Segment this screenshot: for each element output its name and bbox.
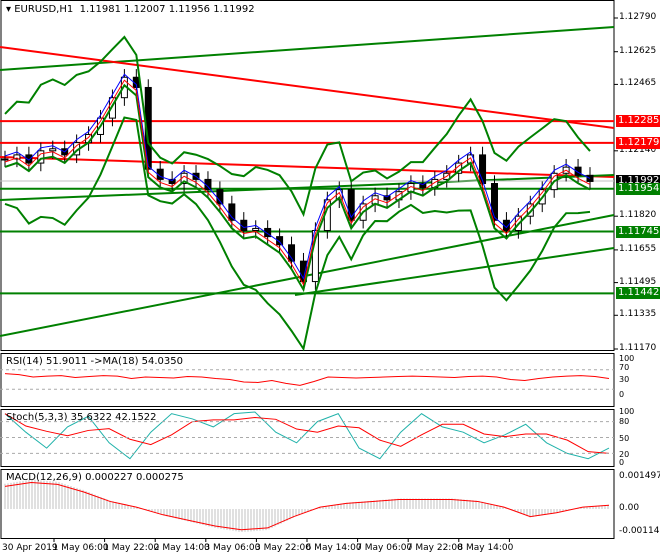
time-axis-label: 3 May 22:00 (255, 543, 311, 553)
trendline (0, 46, 615, 129)
stoch-axis-label: 0 (619, 458, 625, 467)
ohlc-high: 1.12007 (124, 4, 166, 15)
price-tag: 1.12179 (616, 136, 660, 149)
stoch-title: Stoch(5,3,3) 35.6322 42.1522 (6, 412, 157, 423)
candle-body (216, 189, 224, 205)
ohlc-close: 1.11992 (213, 4, 255, 15)
trendline (0, 156, 615, 178)
price-tick-label: 1.11335 (619, 309, 657, 320)
dropdown-triangle-icon[interactable]: ▾ (6, 4, 11, 15)
rsi-axis-label: 30 (619, 375, 630, 384)
candle-body (1, 158, 9, 161)
candle-body (49, 148, 57, 152)
macd-title: MACD(12,26,9) 0.000227 0.000275 (6, 472, 184, 483)
candle-body (252, 227, 260, 231)
rsi-axis-label: 100 (619, 354, 635, 363)
price-tag: 1.11442 (616, 287, 660, 300)
trendline (0, 26, 615, 71)
time-axis-label: 6 May 14:00 (305, 543, 362, 553)
moving-average (4, 79, 591, 286)
price-tag: 1.11745 (616, 225, 660, 238)
price-tick-label: 1.12465 (619, 78, 657, 89)
time-axis-label: 7 May 22:00 (406, 543, 463, 553)
time-axis-label: 1 May 06:00 (52, 543, 109, 553)
ohlc-low: 1.11956 (168, 4, 211, 15)
time-axis-label: 30 Apr 2019 (2, 543, 58, 553)
rsi-title: RSI(14) 51.9011 ->MA(18) 54.0350 (6, 356, 183, 367)
trendline (0, 174, 615, 201)
rsi-axis-label: 0 (619, 390, 625, 399)
time-axis-label: 3 May 06:00 (204, 543, 261, 553)
price-tick-label: 1.12790 (619, 12, 657, 22)
price-tag: 1.12285 (616, 115, 660, 128)
candle-body (347, 189, 355, 221)
ohlc-open: 1.11981 (79, 4, 121, 15)
bollinger-band (4, 116, 591, 352)
price-tick-label: 1.11655 (619, 243, 657, 254)
trendline (294, 247, 615, 296)
stoch-axis-label: 100 (619, 407, 635, 416)
mt4-chart-window: ▾ EURUSD,H1 1.11981 1.12007 1.11956 1.11… (0, 0, 660, 560)
candle-body (490, 182, 498, 221)
time-axis-label: 7 May 06:00 (356, 543, 413, 553)
price-tick-label: 1.11820 (619, 210, 657, 221)
macd-signal-line (4, 482, 610, 531)
stoch-axis-label: 80 (619, 417, 630, 426)
price-tick-label: 1.12625 (619, 45, 657, 56)
macd-axis-label: 0.001497 (619, 471, 660, 481)
rsi-line (4, 373, 610, 386)
chart-title: ▾ EURUSD,H1 1.11981 1.12007 1.11956 1.11… (6, 4, 255, 15)
time-axis-label: 1 May 22:00 (103, 543, 160, 553)
stoch-axis-label: 50 (619, 434, 630, 443)
rsi-axis-label: 70 (619, 363, 630, 372)
macd-axis-label: -0.001148 (619, 526, 660, 536)
macd-axis-label: 0.00 (619, 503, 640, 513)
price-tick-label: 1.11495 (619, 276, 657, 287)
price-tag: 1.11954 (616, 182, 660, 195)
panel-frame (0, 0, 615, 351)
price-tick-label: 1.11170 (619, 342, 657, 353)
time-axis-label: 8 May 14:00 (457, 543, 514, 553)
time-axis-label: 2 May 14:00 (153, 543, 210, 553)
moving-average (4, 73, 591, 280)
symbol: EURUSD,H1 (14, 4, 74, 15)
